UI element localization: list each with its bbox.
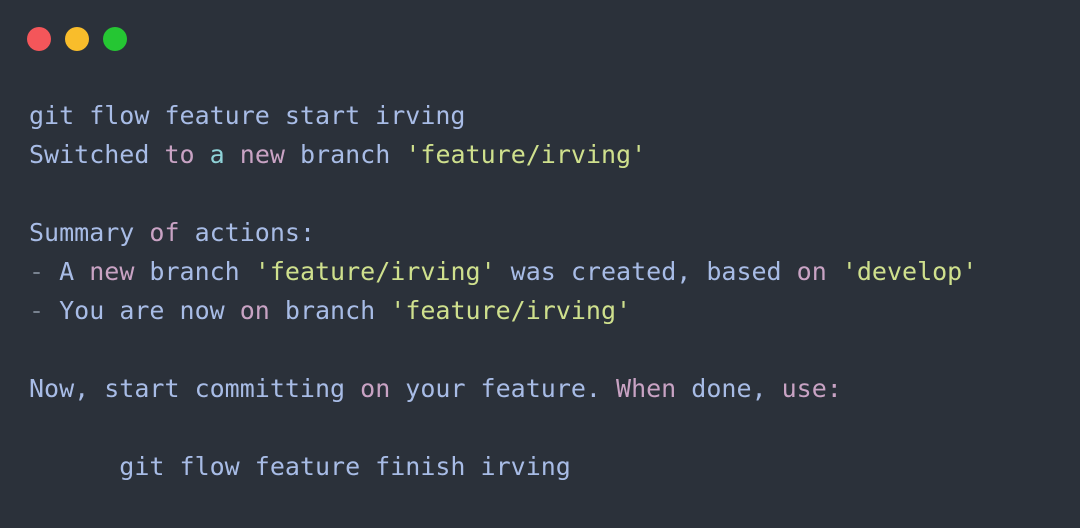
window-titlebar (0, 0, 1080, 78)
maximize-button[interactable] (103, 27, 127, 51)
bullet-line-2-segment-1: You are now (59, 296, 240, 325)
bullet-line-1-segment-1: A (59, 257, 90, 286)
switched-line-segment-2 (195, 140, 210, 169)
bullet-line-2-segment-4: 'feature/irving' (390, 296, 632, 325)
command-line: git flow feature start irving (29, 96, 1080, 135)
finish-command-line-segment-0: git flow feature finish irving (29, 452, 571, 481)
bullet-line-1-segment-7 (827, 257, 842, 286)
bullet-line-1-segment-6: on (796, 257, 827, 286)
bullet-line-2-segment-0: - (29, 296, 60, 325)
terminal-output[interactable]: git flow feature start irving Switched to… (29, 96, 1080, 528)
bullet-line-1-segment-4: 'feature/irving' (254, 257, 496, 286)
summary-header-line-segment-0: Summary (29, 218, 150, 247)
bullet-line-1-segment-3: branch (134, 257, 255, 286)
summary-header-line-segment-2: actions: (179, 218, 315, 247)
minimize-button[interactable] (65, 27, 89, 51)
bullet-line-2: - You are now on branch 'feature/irving' (29, 291, 1080, 330)
switched-line-segment-0: Switched (29, 140, 165, 169)
next-step-line-segment-4: done, (676, 374, 782, 403)
switched-line-segment-5: new (239, 140, 285, 169)
switched-line-segment-7: 'feature/irving' (405, 140, 647, 169)
close-button[interactable] (27, 27, 51, 51)
next-step-line-segment-1: on (360, 374, 391, 403)
bullet-line-2-segment-2: on (239, 296, 270, 325)
bullet-line-1-segment-8: 'develop' (841, 257, 978, 286)
next-step-line-segment-2: your feature. (390, 374, 617, 403)
next-step-line: Now, start committing on your feature. W… (29, 369, 1080, 408)
switched-line-segment-6: branch (284, 140, 406, 169)
next-step-line-segment-3: When (616, 374, 677, 403)
switched-line-segment-1: to (164, 140, 195, 169)
terminal-window: git flow feature start irving Switched to… (0, 0, 1080, 528)
summary-header-line-segment-1: of (149, 218, 180, 247)
bullet-line-1-segment-5: was created, based (495, 257, 797, 286)
bullet-line-1: - A new branch 'feature/irving' was crea… (29, 252, 1080, 291)
bullet-line-2-segment-3: branch (269, 296, 391, 325)
next-step-line-segment-0: Now, start committing (29, 374, 361, 403)
finish-command-line: git flow feature finish irving (29, 447, 1080, 486)
summary-header-line: Summary of actions: (29, 213, 1080, 252)
bullet-line-1-segment-0: - (29, 257, 60, 286)
command-line-segment-0: git flow feature start irving (29, 101, 466, 130)
next-step-line-segment-5: use: (781, 374, 842, 403)
bullet-line-1-segment-2: new (89, 257, 135, 286)
switched-line-segment-4 (225, 140, 240, 169)
switched-line-segment-3: a (209, 140, 225, 169)
switched-line: Switched to a new branch 'feature/irving… (29, 135, 1080, 174)
